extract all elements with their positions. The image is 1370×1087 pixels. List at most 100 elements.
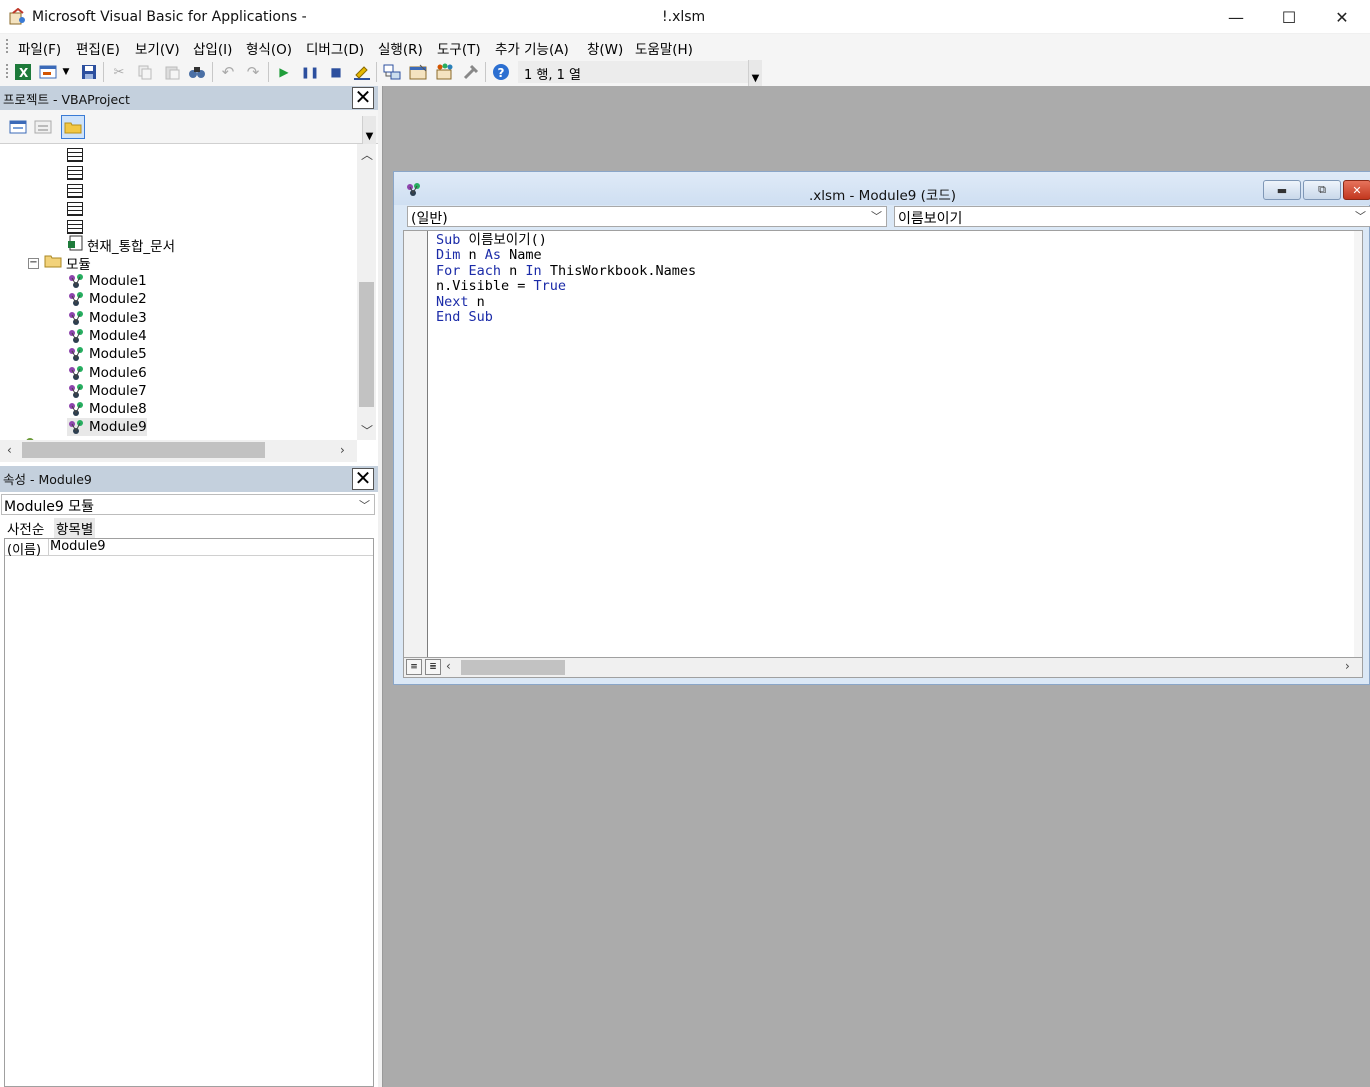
toolbar-empty-area xyxy=(762,58,1370,86)
project-pane-close-button[interactable]: ✕ xyxy=(352,87,374,109)
code-line[interactable]: Dim n As Name xyxy=(436,248,696,263)
worksheet-icon xyxy=(67,220,83,234)
reset-icon[interactable]: ■ xyxy=(326,62,346,82)
tree-sheet-item[interactable] xyxy=(67,182,83,200)
menu-window[interactable]: 창(W) xyxy=(587,38,623,58)
code-margin-indicator-bar[interactable] xyxy=(404,231,428,657)
project-tree-horizontal-scrollbar[interactable]: ‹ › xyxy=(0,440,357,462)
tree-module-item[interactable]: Module4 xyxy=(67,327,147,345)
design-mode-icon[interactable] xyxy=(352,62,372,82)
menu-edit[interactable]: 편집(E) xyxy=(76,38,120,58)
help-icon[interactable]: ? xyxy=(491,62,511,82)
tab-alphabetic[interactable]: 사전순 xyxy=(5,518,46,538)
code-window-titlebar[interactable]: .xlsm - Module9 (코드) ▬ ⧉ ✕ xyxy=(394,172,1370,205)
tree-module-item[interactable]: Module9 xyxy=(67,418,147,437)
tree-module-item[interactable]: Module3 xyxy=(67,309,147,327)
scroll-right-icon[interactable]: › xyxy=(340,443,345,457)
tree-module-item[interactable]: Module2 xyxy=(67,290,147,308)
project-explorer-icon[interactable] xyxy=(382,62,402,82)
code-text[interactable]: Sub 이름보이기() Dim n As Name For Each n In Th… xyxy=(436,232,696,325)
tree-module-item[interactable]: Module7 xyxy=(67,382,147,400)
tree-module-item[interactable]: Module5 xyxy=(67,345,147,363)
toolbar-overflow-button[interactable]: ▼ xyxy=(748,60,762,86)
cut-icon[interactable]: ✂ xyxy=(109,62,129,82)
code-window-close-button[interactable]: ✕ xyxy=(1343,180,1370,200)
code-line[interactable]: Sub 이름보이기() xyxy=(436,232,696,248)
scrollbar-thumb[interactable] xyxy=(461,660,565,675)
code-window-restore-button[interactable]: ⧉ xyxy=(1303,180,1341,200)
properties-pane-close-button[interactable]: ✕ xyxy=(352,468,374,490)
undo-icon[interactable]: ↶ xyxy=(218,62,238,82)
menu-insert[interactable]: 삽입(I) xyxy=(193,38,232,58)
paste-icon[interactable] xyxy=(162,62,182,82)
menu-view[interactable]: 보기(V) xyxy=(135,38,180,58)
toolbar-grip[interactable] xyxy=(6,64,8,78)
insert-userform-icon[interactable] xyxy=(38,62,58,82)
chevron-down-icon[interactable]: ﹀ xyxy=(1355,208,1366,224)
break-icon[interactable]: ❚❚ xyxy=(300,62,320,82)
collapse-icon[interactable]: − xyxy=(28,257,39,269)
minimize-button[interactable]: — xyxy=(1209,0,1263,34)
code-editor[interactable]: Sub 이름보이기() Dim n As Name For Each n In Th… xyxy=(403,230,1363,658)
module-icon xyxy=(67,419,85,435)
tree-sheet-item[interactable] xyxy=(67,218,83,236)
code-window-minimize-button[interactable]: ▬ xyxy=(1263,180,1301,200)
menu-run[interactable]: 실행(R) xyxy=(378,38,423,58)
tree-item-label: Module3 xyxy=(89,309,147,326)
procedure-combo[interactable]: 이름보이기 ﹀ xyxy=(894,206,1370,227)
full-module-view-button[interactable]: ≣ xyxy=(425,659,441,675)
chevron-down-icon[interactable]: ﹀ xyxy=(359,497,370,513)
maximize-button[interactable]: ☐ xyxy=(1262,0,1316,34)
tree-sheet-item[interactable] xyxy=(67,200,83,218)
menu-addins[interactable]: 추가 기능(A) xyxy=(495,38,569,58)
view-code-icon[interactable] xyxy=(6,115,30,139)
scroll-down-icon[interactable]: ﹀ xyxy=(361,422,373,439)
tree-module-item[interactable]: Module6 xyxy=(67,364,147,382)
object-browser-icon[interactable] xyxy=(434,62,454,82)
scrollbar-thumb[interactable] xyxy=(22,442,265,458)
menu-grip[interactable] xyxy=(6,39,8,53)
tree-workbook-item[interactable]: 현재_통합_문서 xyxy=(67,235,175,255)
scroll-left-icon[interactable]: ‹ xyxy=(446,659,451,673)
close-button[interactable]: ✕ xyxy=(1315,0,1369,34)
menu-tools[interactable]: 도구(T) xyxy=(437,38,481,58)
tree-module-item[interactable]: Module1 xyxy=(67,272,147,290)
save-icon[interactable] xyxy=(79,62,99,82)
copy-icon[interactable] xyxy=(135,62,155,82)
properties-object-select[interactable]: Module9 모듈 ﹀ xyxy=(1,494,375,515)
tree-modules-folder[interactable]: − 모듈 xyxy=(28,254,91,273)
code-line[interactable]: n.Visible = True xyxy=(436,279,696,294)
tree-sheet-item[interactable] xyxy=(67,164,83,182)
menu-file[interactable]: 파일(F) xyxy=(18,38,61,58)
code-line[interactable]: Next n xyxy=(436,294,696,310)
toolbox-icon[interactable] xyxy=(461,62,481,82)
menu-help[interactable]: 도움말(H) xyxy=(635,38,693,58)
code-line[interactable]: For Each n In ThisWorkbook.Names xyxy=(436,263,696,279)
menu-format[interactable]: 형식(O) xyxy=(246,38,292,58)
procedure-view-button[interactable]: ≡ xyxy=(406,659,422,675)
scroll-right-icon[interactable]: › xyxy=(1345,659,1350,673)
property-value[interactable]: Module9 xyxy=(48,539,106,556)
find-icon[interactable] xyxy=(187,62,207,82)
tab-categorized[interactable]: 항목별 xyxy=(54,518,96,538)
property-row[interactable]: (이름) Module9 xyxy=(5,539,373,558)
project-toolbar-overflow[interactable]: ▼ xyxy=(362,116,376,144)
toggle-folders-icon[interactable] xyxy=(61,115,85,139)
code-line[interactable]: End Sub xyxy=(436,309,696,325)
excel-icon[interactable]: X xyxy=(13,62,33,82)
tree-module-item[interactable]: Module8 xyxy=(67,400,147,418)
scroll-up-icon[interactable]: ︿ xyxy=(361,146,373,163)
view-object-icon[interactable] xyxy=(31,115,55,139)
tree-sheet-item[interactable] xyxy=(67,146,83,164)
properties-window-icon[interactable] xyxy=(408,62,428,82)
redo-icon[interactable]: ↷ xyxy=(243,62,263,82)
scrollbar-thumb[interactable] xyxy=(359,282,374,407)
object-combo[interactable]: (일반) ﹀ xyxy=(407,206,887,227)
run-icon[interactable]: ▶ xyxy=(274,62,294,82)
chevron-down-icon[interactable]: ﹀ xyxy=(871,208,882,224)
code-vertical-scrollbar[interactable] xyxy=(1354,231,1362,657)
menu-debug[interactable]: 디버그(D) xyxy=(306,38,364,58)
scroll-left-icon[interactable]: ‹ xyxy=(7,443,12,457)
insert-dropdown-icon[interactable]: ▼ xyxy=(60,62,72,82)
project-tree-vertical-scrollbar[interactable]: ︿ ﹀ xyxy=(357,144,376,440)
